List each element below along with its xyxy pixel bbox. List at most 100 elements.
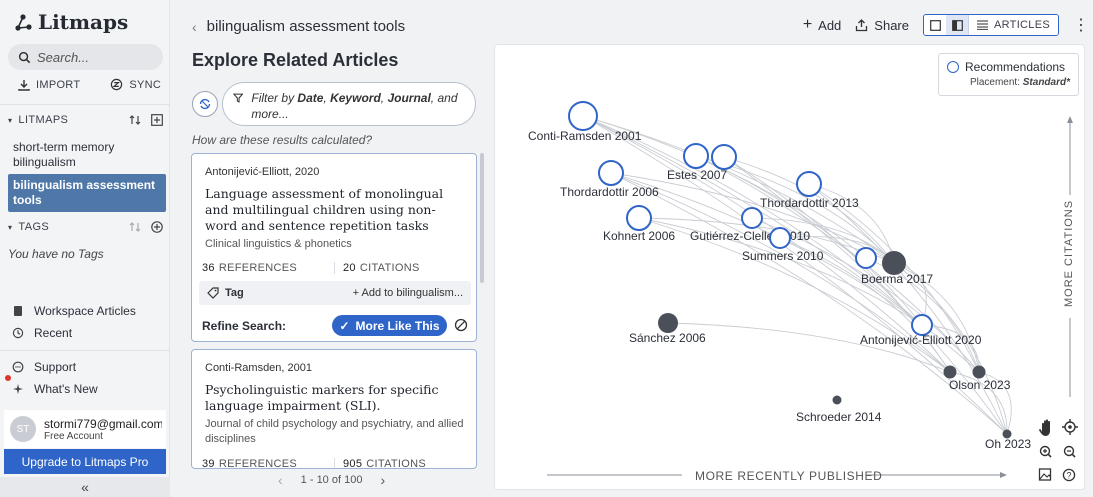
block-icon[interactable] xyxy=(454,318,468,332)
recommendation-node[interactable] xyxy=(598,160,624,186)
app-logo[interactable]: Litmaps xyxy=(14,10,128,34)
node-label[interactable]: Estes 2007 xyxy=(667,168,727,182)
support-link[interactable]: Support xyxy=(12,360,76,374)
workspace-articles-link[interactable]: Workspace Articles xyxy=(12,304,136,318)
zoom-in-icon[interactable] xyxy=(1039,445,1052,458)
recommendation-node[interactable] xyxy=(626,205,652,231)
litmaps-section-header[interactable]: ▾ LITMAPS xyxy=(8,114,163,126)
node-label[interactable]: Antonijević-Elliott 2020 xyxy=(860,333,982,347)
add-label: Add xyxy=(818,17,842,33)
node-label[interactable]: Olson 2023 xyxy=(949,378,1011,392)
node-label[interactable]: Boerma 2017 xyxy=(861,272,933,286)
filter-button[interactable]: Filter by Date, Keyword, Journal, and mo… xyxy=(222,82,476,126)
import-button[interactable]: IMPORT xyxy=(18,78,80,91)
litmap-item-bilingualism-assessment[interactable]: bilingualism assessment tools xyxy=(8,174,166,212)
tag-row: Tag + Add to bilingualism... xyxy=(199,281,471,305)
divider xyxy=(0,350,170,351)
zoom-out-icon[interactable] xyxy=(1063,445,1076,458)
recommendation-node[interactable] xyxy=(711,144,737,170)
recommendation-node[interactable] xyxy=(855,247,877,269)
recommendation-node[interactable] xyxy=(769,227,791,249)
add-to-map-button[interactable]: + Add to bilingualism... xyxy=(353,287,463,299)
refresh-button[interactable] xyxy=(192,91,218,117)
references-label: REFERENCES xyxy=(218,262,298,274)
breadcrumb: ‹ bilingualism assessment tools xyxy=(192,18,405,35)
account-card[interactable]: ST stormi779@gmail.com Free Account xyxy=(4,410,166,448)
search-box[interactable] xyxy=(8,44,163,70)
add-map-icon[interactable] xyxy=(151,114,163,126)
node-label[interactable]: Thordardottir 2013 xyxy=(760,196,859,210)
node-label[interactable]: Kohnert 2006 xyxy=(603,229,675,243)
node-label[interactable]: Schroeder 2014 xyxy=(796,410,882,424)
tags-section-header[interactable]: ▾ TAGS xyxy=(8,221,163,233)
next-page-button[interactable]: › xyxy=(380,472,385,488)
locate-icon[interactable] xyxy=(1062,419,1078,435)
prev-page-button[interactable]: ‹ xyxy=(278,472,283,488)
sidebar: Litmaps IMPORT SYNC ▾ LITMAPS xyxy=(0,0,170,497)
caret-down-icon: ▾ xyxy=(8,115,13,125)
article-node[interactable] xyxy=(972,365,986,379)
article-node[interactable] xyxy=(943,365,957,379)
share-button[interactable]: Share xyxy=(855,18,909,33)
citations-count[interactable]: 20 CITATIONS xyxy=(334,262,466,274)
map-canvas[interactable]: Conti-Ramsden 2001 Thordardottir 2006 Este… xyxy=(495,45,1086,491)
node-label[interactable]: Summers 2010 xyxy=(742,249,824,263)
history-icon xyxy=(12,327,24,339)
references-label: REFERENCES xyxy=(218,458,298,469)
add-tag-icon[interactable] xyxy=(151,221,163,233)
add-button[interactable]: + Add xyxy=(803,16,841,34)
split-panel-icon xyxy=(951,19,963,31)
node-label[interactable]: Sánchez 2006 xyxy=(629,331,706,345)
search-input[interactable] xyxy=(37,49,147,65)
node-label[interactable]: Thordardottir 2006 xyxy=(560,185,659,199)
node-label[interactable]: Oh 2023 xyxy=(985,437,1031,451)
citations-label: CITATIONS xyxy=(359,262,420,274)
svg-text:?: ? xyxy=(1066,471,1071,481)
recommendation-node[interactable] xyxy=(741,207,763,229)
citations-count[interactable]: 905 CITATIONS xyxy=(334,458,466,469)
recent-link[interactable]: Recent xyxy=(12,326,72,340)
app-name: Litmaps xyxy=(38,10,129,34)
recommendation-node[interactable] xyxy=(796,171,822,197)
export-image-icon[interactable] xyxy=(1038,468,1052,481)
panel-scrollbar[interactable] xyxy=(480,153,484,283)
pan-hand-icon[interactable] xyxy=(1039,419,1050,436)
node-label[interactable]: Gutiérrez-Clellen 2010 xyxy=(690,229,810,243)
tag-button[interactable]: Tag xyxy=(225,287,244,299)
litmap-item-short-term-memory[interactable]: short-term memory bilingualism xyxy=(8,136,166,174)
more-options-icon[interactable]: ⋮ xyxy=(1073,15,1089,35)
sync-button[interactable]: SYNC xyxy=(110,78,161,91)
article-card[interactable]: Antonijević-Elliott, 2020 Language asses… xyxy=(191,153,477,342)
sort-icon[interactable] xyxy=(129,114,141,126)
help-icon[interactable]: ? xyxy=(1062,468,1076,482)
card-title[interactable]: Language assessment of monolingual and m… xyxy=(205,186,467,234)
references-count[interactable]: 39 REFERENCES xyxy=(202,458,334,469)
articles-view-button[interactable]: ARTICLES xyxy=(968,15,1058,35)
recommendation-node[interactable] xyxy=(568,101,598,131)
citations-label: CITATIONS xyxy=(366,458,427,469)
map-view-button[interactable] xyxy=(924,15,946,35)
sort-icon[interactable] xyxy=(129,221,141,233)
node-label[interactable]: Conti-Ramsden 2001 xyxy=(528,129,642,143)
recommendation-node[interactable] xyxy=(911,314,933,336)
article-node[interactable] xyxy=(658,313,678,333)
more-like-this-button[interactable]: ✓ More Like This xyxy=(332,315,447,336)
chevron-left-icon[interactable]: ‹ xyxy=(192,19,197,35)
references-count[interactable]: 36 REFERENCES xyxy=(202,262,334,274)
avatar: ST xyxy=(10,416,36,442)
share-icon xyxy=(856,18,868,31)
upgrade-button[interactable]: Upgrade to Litmaps Pro xyxy=(4,449,166,474)
card-title[interactable]: Psycholinguistic markers for specific la… xyxy=(205,382,467,414)
square-icon xyxy=(929,19,941,31)
article-node[interactable] xyxy=(832,395,842,405)
collapse-sidebar-button[interactable]: « xyxy=(0,477,170,497)
import-icon xyxy=(18,79,30,91)
article-card[interactable]: Conti-Ramsden, 2001 Psycholinguistic mar… xyxy=(191,349,477,469)
caret-down-icon: ▾ xyxy=(8,222,13,232)
recommendation-node[interactable] xyxy=(683,143,709,169)
how-calculated-link[interactable]: How are these results calculated? xyxy=(192,133,372,147)
no-tags-text: You have no Tags xyxy=(8,247,104,261)
whats-new-link[interactable]: What's New xyxy=(12,382,98,396)
citation-map[interactable]: Recommendations Placement: Standard* Con… xyxy=(494,44,1085,490)
split-view-button[interactable] xyxy=(946,15,968,35)
